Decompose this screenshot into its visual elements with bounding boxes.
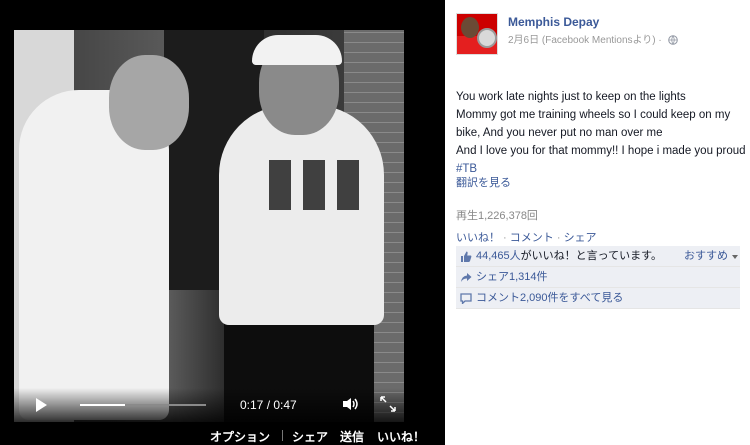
- play-icon[interactable]: [36, 398, 47, 412]
- likes-suffix: がいいね！と言っています。: [520, 250, 663, 262]
- share-link[interactable]: シェア: [564, 232, 597, 244]
- globe-icon[interactable]: [667, 35, 678, 45]
- shares-row: シェア1,314件: [456, 267, 740, 288]
- translate-link[interactable]: 翻訳を見る: [456, 174, 511, 190]
- shares-link[interactable]: シェア1,314件: [476, 271, 548, 283]
- video-scene-shirt-print: [269, 160, 359, 210]
- post-sidebar: Memphis Depay 2月6日 (Facebook Mentionsより)…: [445, 0, 750, 445]
- time-readout: 0:17 / 0:47: [240, 398, 297, 412]
- post-body: You work late nights just to keep on the…: [456, 88, 746, 178]
- thumbs-up-icon: [461, 251, 472, 262]
- author-name[interactable]: Memphis Depay: [508, 15, 599, 29]
- volume-icon[interactable]: [342, 397, 360, 411]
- video-scene-man: [219, 105, 384, 325]
- comment-icon: [460, 293, 472, 304]
- view-count: 再生1,226,378回: [456, 210, 538, 222]
- comments-row: コメント2,090件をすべて見る: [456, 288, 740, 309]
- video-scene-woman-head: [109, 55, 189, 150]
- video-scene-cap: [252, 35, 342, 65]
- recommend-dropdown[interactable]: おすすめ: [684, 246, 740, 267]
- post-date[interactable]: 2月6日: [508, 35, 539, 46]
- divider: [282, 430, 283, 441]
- fullscreen-icon[interactable]: [380, 396, 396, 412]
- progress-bar[interactable]: [80, 404, 206, 406]
- recommend-label: おすすめ: [684, 250, 728, 262]
- options-button[interactable]: オプション: [210, 428, 270, 445]
- post-meta: 2月6日 (Facebook Mentionsより) ·: [508, 31, 678, 46]
- post-actions: いいね！ · コメント · シェア: [456, 229, 597, 245]
- time-current: 0:17: [240, 398, 264, 412]
- video-controls: 0:17 / 0:47: [14, 388, 404, 422]
- post-line-3: And I love you for that mommy!! I hope i…: [456, 142, 746, 178]
- meta-separator: ·: [655, 35, 665, 46]
- action-separator: ·: [553, 232, 564, 244]
- feedback-box: 44,465人がいいね！と言っています。 おすすめ シェア1,314件 コメント…: [456, 246, 740, 309]
- view-comments-link[interactable]: コメント2,090件をすべて見る: [476, 292, 623, 304]
- theater-action-bar: オプション シェア 送信 いいね！: [0, 422, 445, 445]
- like-button[interactable]: いいね！: [377, 428, 425, 445]
- post-line-2: Mommy got me training wheels so I could …: [456, 109, 731, 139]
- post-line-3-text: And I love you for that mommy!! I hope i…: [456, 145, 746, 157]
- time-total: 0:47: [273, 398, 297, 412]
- post-line-1: You work late nights just to keep on the…: [456, 91, 686, 103]
- send-button[interactable]: 送信: [340, 428, 364, 445]
- avatar[interactable]: [456, 13, 498, 55]
- like-link[interactable]: いいね！: [456, 232, 500, 244]
- action-separator: ·: [500, 232, 510, 244]
- post-source[interactable]: (Facebook Mentionsより): [542, 35, 656, 46]
- comment-link[interactable]: コメント: [510, 232, 554, 244]
- likes-count-link[interactable]: 44,465人: [476, 250, 521, 262]
- share-button[interactable]: シェア: [292, 428, 328, 445]
- time-separator: /: [263, 398, 274, 412]
- video-theater: 0:17 / 0:47 オプション シェア 送信 いいね！: [0, 0, 445, 445]
- share-icon: [461, 273, 472, 282]
- chevron-down-icon: [732, 255, 738, 259]
- avatar-trophy: [477, 28, 497, 48]
- video-frame[interactable]: [14, 30, 404, 422]
- likes-row: 44,465人がいいね！と言っています。 おすすめ: [456, 246, 740, 267]
- progress-fill: [80, 404, 126, 406]
